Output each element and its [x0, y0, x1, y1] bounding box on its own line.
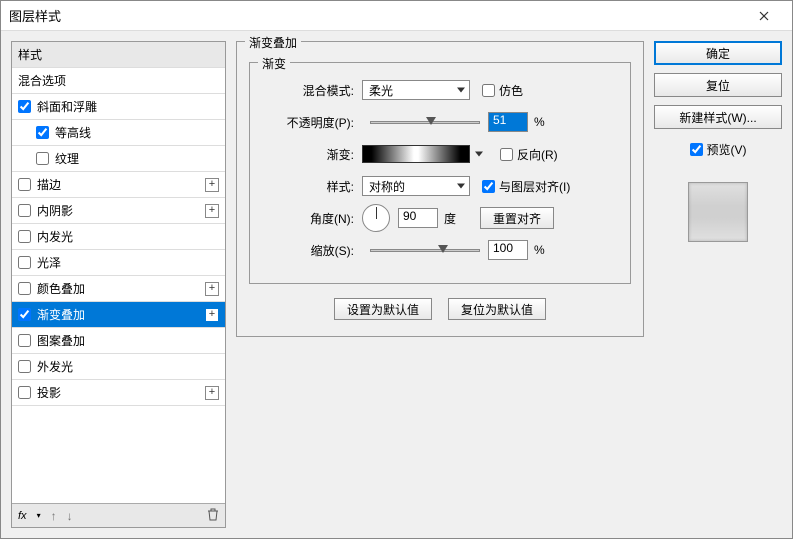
ok-button[interactable]: 确定: [654, 41, 782, 65]
new-style-button[interactable]: 新建样式(W)...: [654, 105, 782, 129]
style-texture[interactable]: 纹理: [12, 146, 225, 172]
slider-thumb-icon[interactable]: [438, 245, 448, 253]
scale-label: 缩放(S):: [262, 242, 362, 259]
bevel-checkbox[interactable]: [18, 100, 31, 113]
style-inner-shadow[interactable]: 内阴影+: [12, 198, 225, 224]
dither-label: 仿色: [499, 82, 523, 99]
opacity-unit: %: [534, 115, 545, 129]
reverse-checkbox[interactable]: [500, 148, 513, 161]
trash-icon[interactable]: [207, 508, 219, 524]
reset-align-button[interactable]: 重置对齐: [480, 207, 554, 229]
slider-thumb-icon[interactable]: [426, 117, 436, 125]
plus-icon[interactable]: +: [205, 386, 219, 400]
gradient-label: 渐变:: [262, 146, 362, 163]
move-down-icon[interactable]: ↓: [67, 509, 73, 523]
angle-label: 角度(N):: [262, 210, 362, 227]
close-button[interactable]: [744, 2, 784, 30]
contour-checkbox[interactable]: [36, 126, 49, 139]
styles-footer: fx ▾ ↑ ↓: [12, 503, 225, 527]
style-blend-options[interactable]: 混合选项: [12, 68, 225, 94]
opacity-slider[interactable]: [370, 121, 480, 124]
fx-chevron-icon[interactable]: ▾: [37, 511, 41, 520]
plus-icon[interactable]: +: [205, 178, 219, 192]
gradient-overlay-checkbox[interactable]: [18, 308, 31, 321]
style-drop-shadow[interactable]: 投影+: [12, 380, 225, 406]
inner-glow-checkbox[interactable]: [18, 230, 31, 243]
titlebar: 图层样式: [1, 1, 792, 31]
angle-input[interactable]: 90: [398, 208, 438, 228]
scale-slider[interactable]: [370, 249, 480, 252]
style-outer-glow[interactable]: 外发光: [12, 354, 225, 380]
preview-label: 预览(V): [707, 141, 747, 158]
reset-default-button[interactable]: 复位为默认值: [448, 298, 546, 320]
opacity-label: 不透明度(P):: [262, 114, 362, 131]
styles-header: 样式: [12, 42, 225, 68]
preview-toggle: 预览(V): [654, 141, 782, 158]
styles-panel: 样式 混合选项 斜面和浮雕 等高线 纹理 描边+ 内阴影+ 内发光 光泽 颜色叠…: [11, 41, 226, 528]
gradient-picker[interactable]: [362, 145, 470, 163]
inner-shadow-checkbox[interactable]: [18, 204, 31, 217]
plus-icon[interactable]: +: [205, 204, 219, 218]
preview-checkbox[interactable]: [690, 143, 703, 156]
move-up-icon[interactable]: ↑: [51, 509, 57, 523]
drop-shadow-checkbox[interactable]: [18, 386, 31, 399]
stroke-checkbox[interactable]: [18, 178, 31, 191]
style-satin[interactable]: 光泽: [12, 250, 225, 276]
inner-title: 渐变: [258, 55, 290, 72]
scale-unit: %: [534, 243, 545, 257]
cancel-button[interactable]: 复位: [654, 73, 782, 97]
align-checkbox[interactable]: [482, 180, 495, 193]
layer-style-dialog: 图层样式 样式 混合选项 斜面和浮雕 等高线 纹理 描边+ 内阴影+ 内发光 光…: [0, 0, 793, 539]
set-default-button[interactable]: 设置为默认值: [334, 298, 432, 320]
plus-icon[interactable]: +: [205, 308, 219, 322]
close-icon: [759, 11, 769, 21]
styles-list: 样式 混合选项 斜面和浮雕 等高线 纹理 描边+ 内阴影+ 内发光 光泽 颜色叠…: [12, 42, 225, 503]
style-stroke[interactable]: 描边+: [12, 172, 225, 198]
blend-mode-dropdown[interactable]: 柔光: [362, 80, 470, 100]
blend-mode-label: 混合模式:: [262, 82, 362, 99]
action-panel: 确定 复位 新建样式(W)... 预览(V): [654, 41, 782, 528]
opacity-input[interactable]: 51: [488, 112, 528, 132]
color-overlay-checkbox[interactable]: [18, 282, 31, 295]
style-gradient-overlay[interactable]: 渐变叠加+: [12, 302, 225, 328]
outer-glow-checkbox[interactable]: [18, 360, 31, 373]
gradient-overlay-group: 渐变叠加 渐变 混合模式: 柔光 仿色 不透明度(P): 51 %: [236, 41, 644, 337]
pattern-overlay-checkbox[interactable]: [18, 334, 31, 347]
style-pattern-overlay[interactable]: 图案叠加: [12, 328, 225, 354]
style-label: 样式:: [262, 178, 362, 195]
texture-checkbox[interactable]: [36, 152, 49, 165]
reverse-label: 反向(R): [517, 146, 558, 163]
style-color-overlay[interactable]: 颜色叠加+: [12, 276, 225, 302]
angle-unit: 度: [444, 210, 456, 227]
gradient-inner-group: 渐变 混合模式: 柔光 仿色 不透明度(P): 51 % 渐变:: [249, 62, 631, 284]
style-bevel[interactable]: 斜面和浮雕: [12, 94, 225, 120]
dither-checkbox[interactable]: [482, 84, 495, 97]
align-label: 与图层对齐(I): [499, 178, 570, 195]
style-inner-glow[interactable]: 内发光: [12, 224, 225, 250]
scale-input[interactable]: 100: [488, 240, 528, 260]
default-buttons: 设置为默认值 复位为默认值: [249, 298, 631, 320]
style-contour[interactable]: 等高线: [12, 120, 225, 146]
settings-panel: 渐变叠加 渐变 混合模式: 柔光 仿色 不透明度(P): 51 %: [236, 41, 644, 528]
plus-icon[interactable]: +: [205, 282, 219, 296]
angle-dial[interactable]: [362, 204, 390, 232]
fx-icon[interactable]: fx: [18, 510, 27, 522]
preview-swatch: [688, 182, 748, 242]
group-title: 渐变叠加: [245, 34, 301, 51]
style-dropdown[interactable]: 对称的: [362, 176, 470, 196]
satin-checkbox[interactable]: [18, 256, 31, 269]
window-title: 图层样式: [9, 6, 744, 25]
